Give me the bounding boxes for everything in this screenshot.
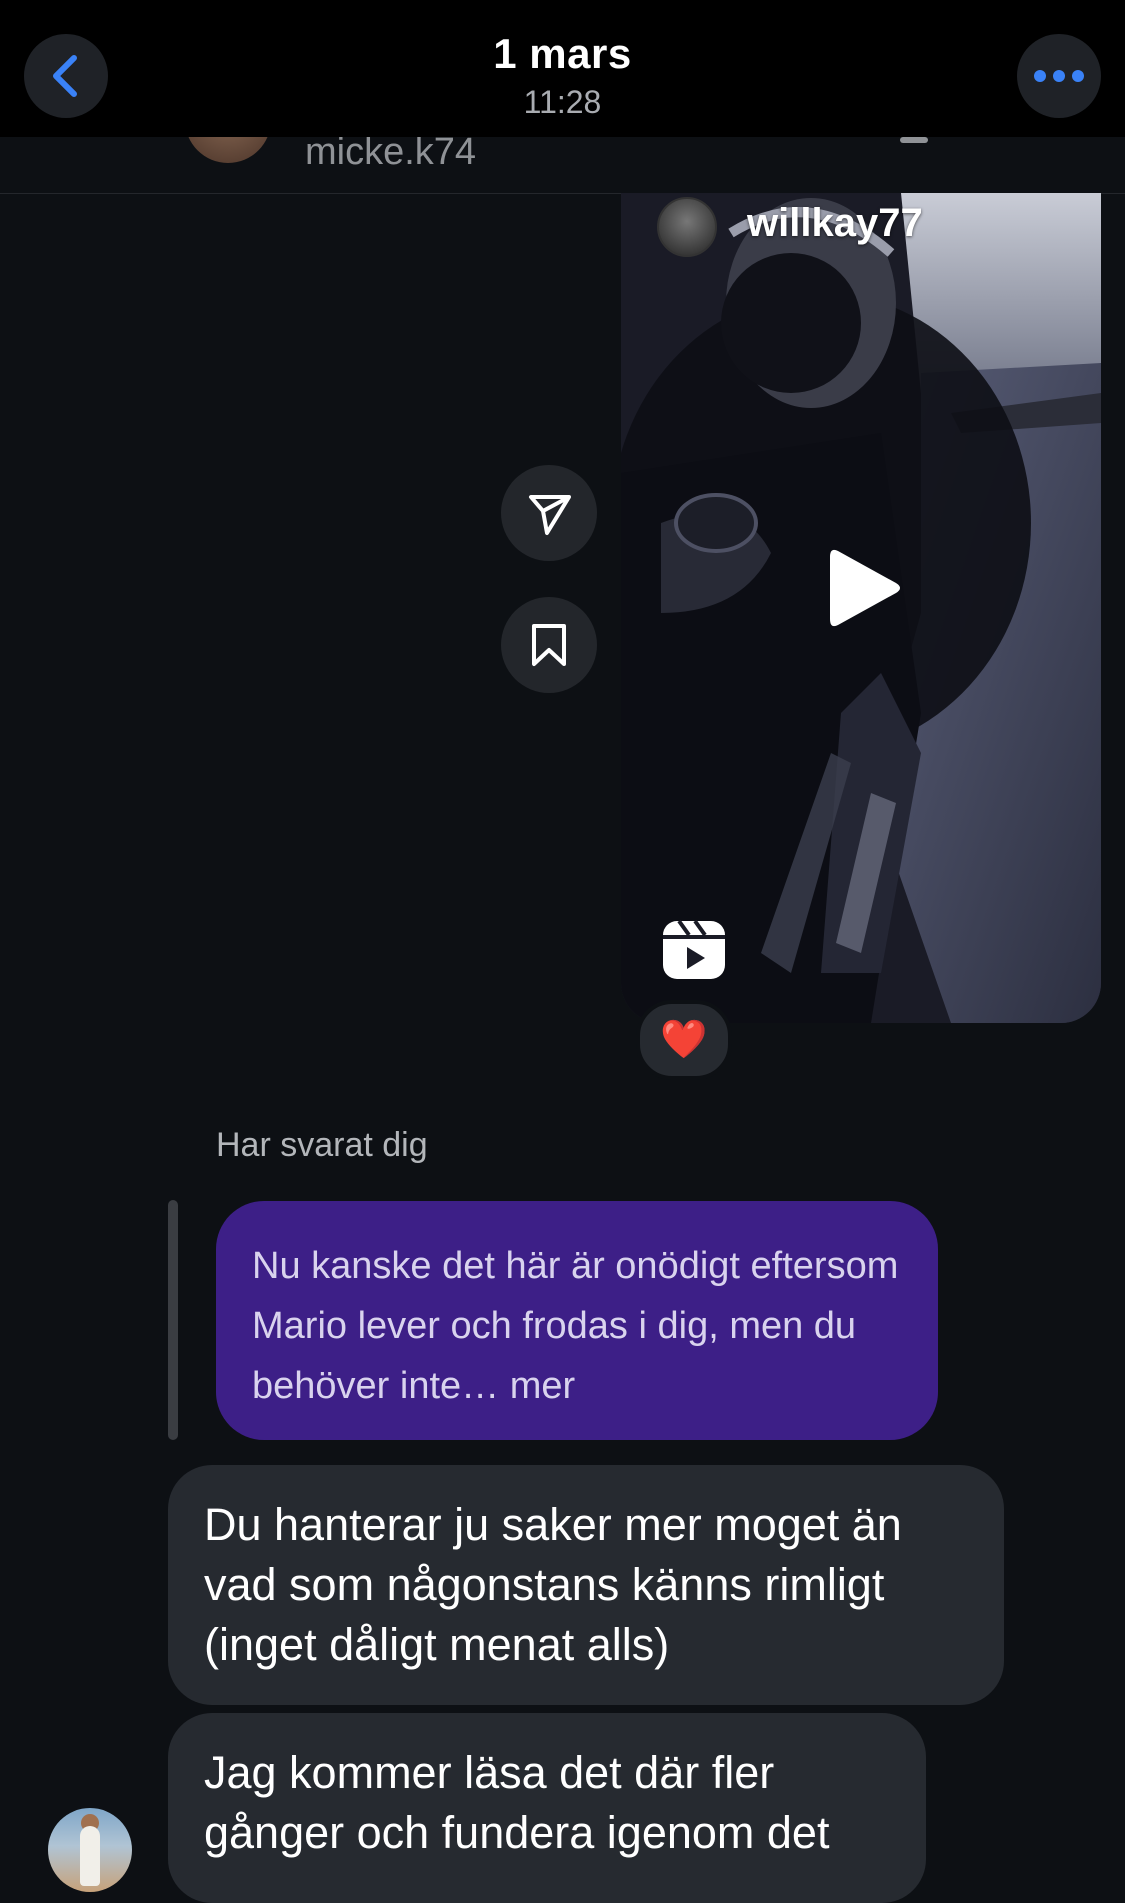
contact-avatar[interactable]: [185, 137, 271, 163]
time-subtitle: 11:28: [523, 84, 602, 120]
reel-author-username[interactable]: willkay77: [747, 201, 923, 246]
conversation-header: micke.k74: [0, 137, 1125, 194]
message-bubble[interactable]: Jag kommer läsa det där fler gånger och …: [168, 1713, 926, 1903]
bookmark-icon: [532, 624, 566, 666]
share-button[interactable]: [501, 465, 597, 561]
save-button[interactable]: [501, 597, 597, 693]
heart-icon: ❤️: [660, 1019, 708, 1061]
avatar-figure: [80, 1826, 100, 1886]
quoted-message[interactable]: Nu kanske det här är onödigt eftersom Ma…: [216, 1201, 938, 1440]
date-title: 1 mars: [493, 30, 632, 77]
play-icon[interactable]: [824, 543, 904, 633]
reaction-badge[interactable]: ❤️: [636, 1000, 732, 1080]
reel-author-avatar[interactable]: [657, 197, 717, 257]
top-bar: 1 mars 11:28: [0, 0, 1125, 137]
quote-bar: [168, 1200, 178, 1440]
send-icon: [529, 495, 571, 535]
contact-username: micke.k74: [305, 137, 477, 173]
shared-reel[interactable]: willkay77: [621, 193, 1101, 1023]
message-bubble[interactable]: Du hanterar ju saker mer moget än vad so…: [168, 1465, 1004, 1705]
more-dots-icon: [1034, 70, 1084, 82]
more-options-button[interactable]: [1017, 34, 1101, 118]
header-indicator: [900, 137, 928, 143]
reels-icon: [663, 919, 725, 979]
sender-avatar[interactable]: [48, 1808, 132, 1892]
replied-label: Har svarat dig: [216, 1126, 428, 1164]
